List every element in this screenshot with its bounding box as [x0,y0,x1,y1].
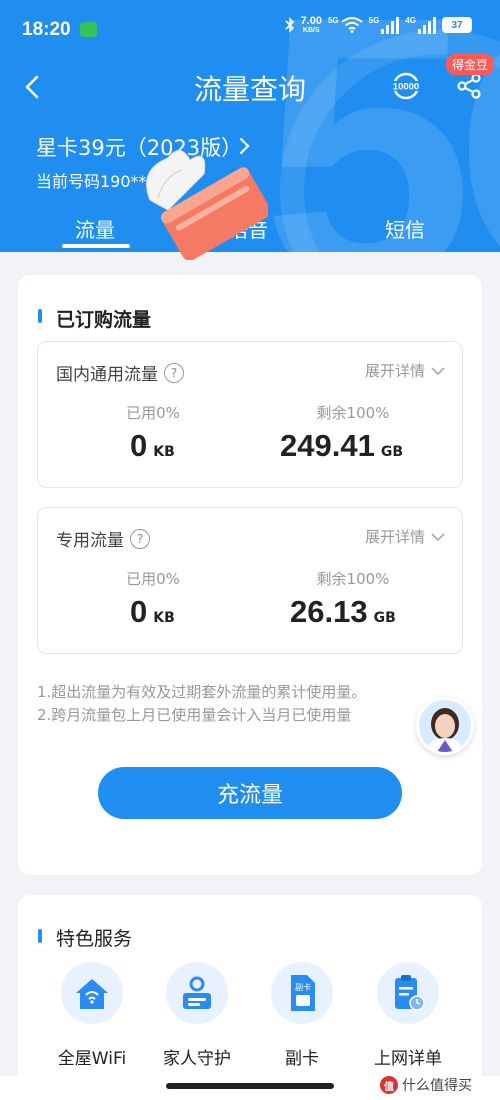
bluetooth-icon [284,17,294,33]
remain-value: 249.41 GB [280,428,403,464]
watermark-text: 什么值得买 [402,1078,472,1094]
remain-amount: 249.41 [280,428,375,463]
expand-details-button[interactable]: 展开详情 [365,526,446,547]
section-marker [38,309,42,323]
special-data-label: 专用流量 [56,531,124,551]
help-icon[interactable]: ? [164,362,184,383]
used-percent-label: 已用0% [126,570,180,588]
used-unit: KB [153,610,175,626]
share-icon[interactable] [455,72,483,100]
chat-notification-icon [80,22,97,37]
service-usage-details[interactable]: 上网详单 [358,962,458,1069]
expand-details-button[interactable]: 展开详情 [365,360,446,381]
battery-icon: 37 [442,17,472,33]
watermark-logo: 值 [380,1076,398,1094]
speed-value: 7.00 [300,15,322,27]
tab-sms[interactable]: 短信 [385,214,425,243]
expand-label: 展开详情 [364,362,425,380]
status-bar: 18:20 7.00 KB/S 5G 5G 4G 37 [0,0,500,60]
battery-level: 37 [451,19,463,31]
used-value: 0 KB [130,428,175,464]
net-5g-badge: 5G [368,16,380,25]
signal-5g-icon [381,16,400,34]
signal-4g-icon [418,16,436,34]
used-value: 0 KB [130,594,175,630]
coin-reward-badge[interactable]: 得金豆 [446,54,495,75]
net-5g-label: 5G [327,16,339,25]
remain-amount: 26.13 [290,594,368,629]
special-data-box: 专用流量 ? 展开详情 已用0% 0 KB 剩余100% 26.13 GB [37,507,463,654]
page-title: 流量查询 [193,73,306,106]
domestic-data-label: 国内通用流量 [56,365,158,385]
box-label: 国内通用流量 ? [56,360,184,385]
tab-active-indicator [62,244,130,248]
used-unit: KB [153,444,175,460]
used-amount: 0 [130,428,148,463]
hotline-number: 10000 [393,82,419,93]
purchased-section-title: 已订购流量 [56,309,152,331]
tab-data[interactable]: 流量 [75,214,115,243]
chevron-down-icon [431,366,445,375]
speed-unit: KB/S [302,27,320,34]
service-sub-card[interactable]: 副卡 副卡 [252,962,352,1069]
used-percent-label: 已用0% [126,404,180,422]
network-speed: 7.00 KB/S [300,15,322,35]
chevron-down-icon [431,532,445,541]
recharge-data-button[interactable]: 充流量 [98,767,402,819]
remain-percent-label: 剩余100% [316,404,390,422]
house-wifi-icon [61,962,123,1024]
domestic-data-box: 国内通用流量 ? 展开详情 已用0% 0 KB 剩余100% 249.41 GB [37,341,463,488]
remain-unit: GB [380,444,403,460]
sim-card-icon: 副卡 [271,962,333,1024]
status-time: 18:20 [22,19,71,40]
service-label: 全屋WiFi [57,1049,127,1069]
assistant-avatar[interactable] [416,697,474,755]
tissue-box-sticker[interactable] [128,140,268,260]
box-label: 专用流量 ? [56,526,150,551]
service-label: 副卡 [285,1049,319,1069]
watermark: 值 什么值得买 [380,1075,472,1095]
service-label: 上网详单 [374,1049,442,1069]
service-label: 家人守护 [163,1049,231,1069]
remain-value: 26.13 GB [290,594,396,630]
section-marker [38,929,42,943]
services-section-title: 特色服务 [56,928,133,950]
expand-label: 展开详情 [364,528,425,546]
help-icon[interactable]: ? [130,528,150,549]
note-line-2: 2.跨月流量包上月已使用量会计入当月已使用量 [37,706,352,724]
assistant-face-icon [427,708,463,752]
wifi-icon [341,17,363,33]
sim-card-glyph: 副卡 [295,982,311,992]
remain-percent-label: 剩余100% [316,570,390,588]
service-family-guard[interactable]: 家人守护 [147,962,247,1069]
home-indicator[interactable] [166,1083,334,1089]
net-4g-badge: 4G [405,16,416,25]
hotline-10000-icon[interactable]: 10000 [388,72,424,100]
remain-unit: GB [373,610,396,626]
family-guard-icon [166,962,228,1024]
note-line-1: 1.超出流量为有效及过期套外流量的累计使用量。 [37,683,367,701]
status-right: 7.00 KB/S 5G 5G 4G 37 [284,15,472,35]
used-amount: 0 [130,594,148,629]
service-home-wifi[interactable]: 全屋WiFi [42,962,142,1069]
usage-list-icon [377,962,439,1024]
